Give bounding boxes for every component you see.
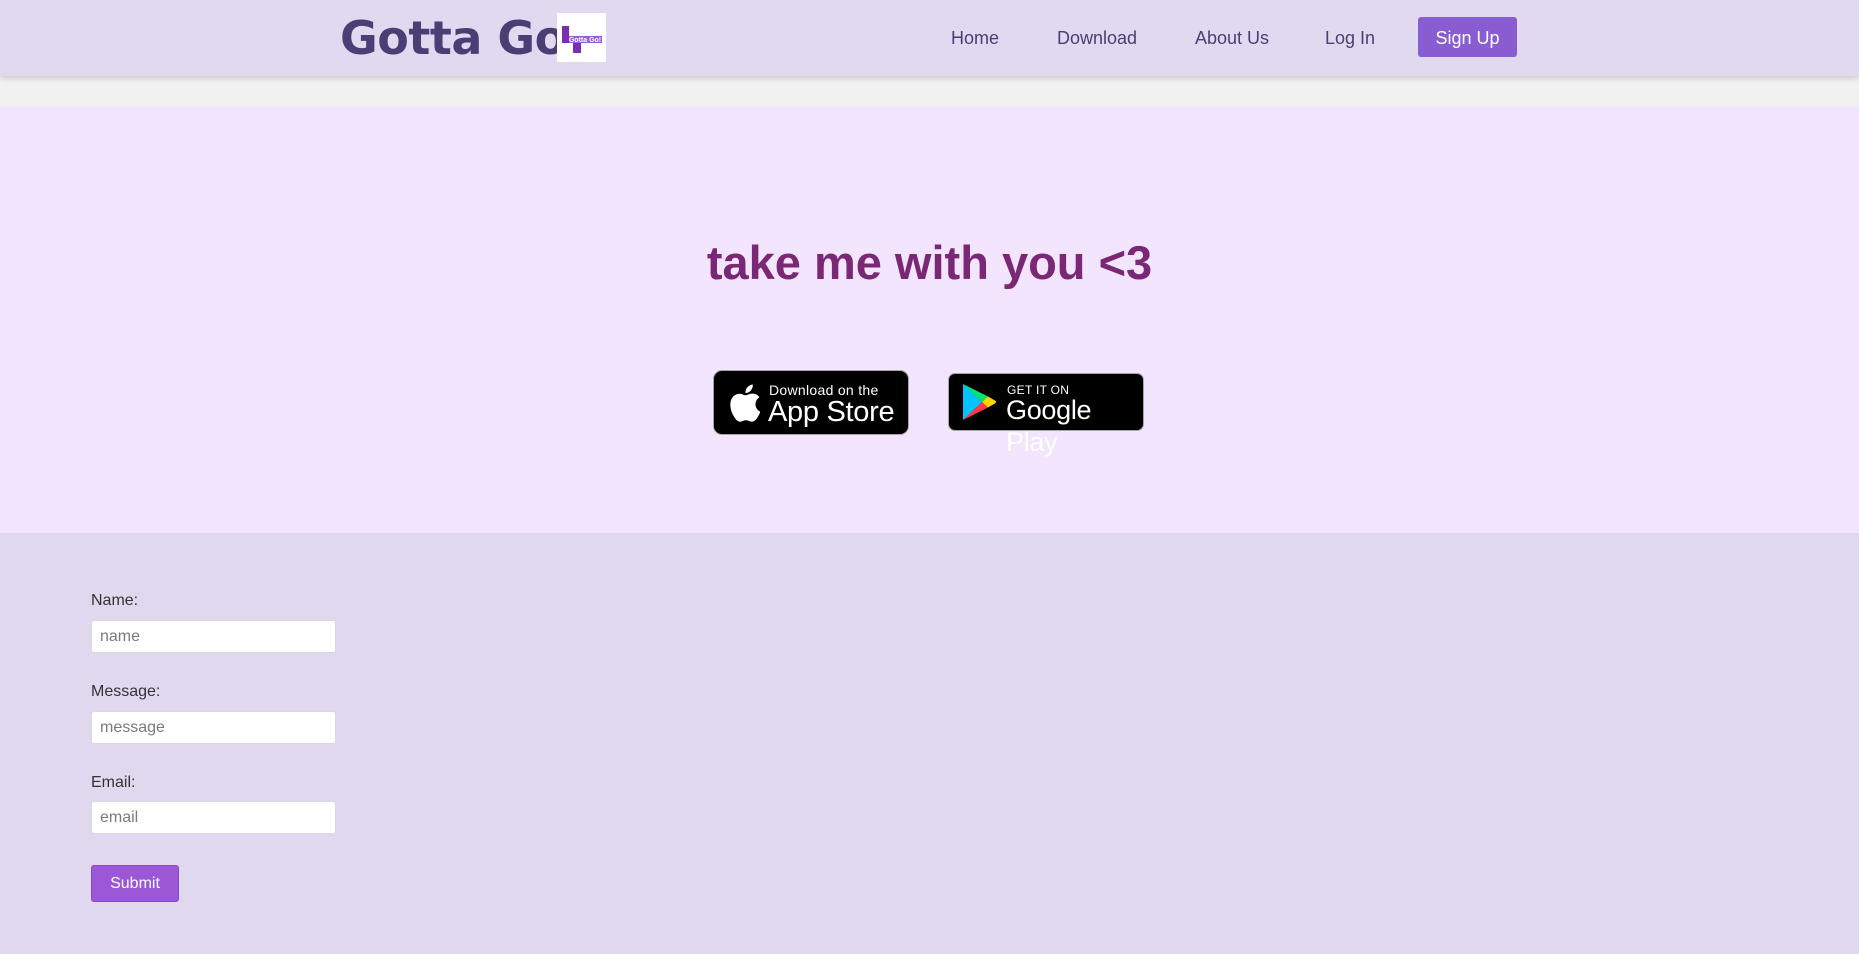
google-play-big-text: Google Play <box>1006 395 1092 457</box>
nav-log-in[interactable]: Log In <box>1325 24 1375 52</box>
logo-icon: Gotta Go! <box>562 26 602 53</box>
app-store-button[interactable]: Download on the App Store <box>713 370 909 435</box>
sign-up-button[interactable]: Sign Up <box>1418 17 1517 57</box>
hero-tagline: take me with you <3 <box>706 236 1153 289</box>
message-label: Message: <box>91 683 161 700</box>
navbar: Gotta Go! Gotta Go! Home Download About … <box>0 0 1859 76</box>
logo-image[interactable]: Gotta Go! <box>557 13 606 62</box>
nav-home[interactable]: Home <box>951 24 999 52</box>
google-play-button[interactable]: GET IT ON Google Play <box>948 373 1144 457</box>
google-play-icon <box>963 384 996 420</box>
nav-about-us[interactable]: About Us <box>1195 24 1269 52</box>
nav-download[interactable]: Download <box>1057 24 1137 52</box>
brand-title[interactable]: Gotta Go! <box>340 8 587 68</box>
name-label: Name: <box>91 592 139 609</box>
email-label: Email: <box>91 774 136 791</box>
email-input[interactable] <box>91 801 336 834</box>
logo-text: Gotta Go! <box>569 37 601 44</box>
divider-strip <box>0 76 1859 106</box>
apple-icon <box>730 384 761 422</box>
message-input[interactable] <box>91 711 336 744</box>
submit-button[interactable]: Submit <box>91 865 179 902</box>
download-hero <box>0 106 1859 533</box>
name-input[interactable] <box>91 620 336 653</box>
app-store-big-text: App Store <box>768 396 895 428</box>
